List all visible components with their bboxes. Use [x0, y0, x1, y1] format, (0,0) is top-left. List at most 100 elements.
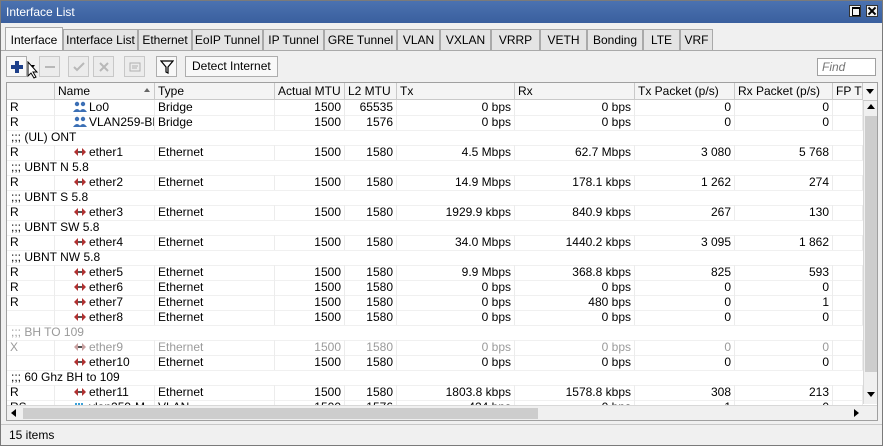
maximize-icon[interactable]: [849, 5, 861, 17]
comment-row[interactable]: ;;; 60 Ghz BH to 109: [7, 370, 863, 386]
cell-rxp: 0: [735, 100, 833, 115]
find-input[interactable]: [817, 58, 876, 76]
cell-name: ether7: [55, 295, 155, 310]
tab-ethernet[interactable]: Ethernet: [138, 29, 192, 50]
table-row[interactable]: Rether11 Ethernet 1500 1580 1803.8 kbps 1578.…: [7, 385, 863, 401]
cell-mtu: 1500: [275, 295, 345, 310]
column-header-fp-tx[interactable]: FP Tx: [833, 83, 863, 100]
interface-list-window: Interface List Interface Interface List Et…: [0, 0, 883, 446]
cell-name: ether8: [55, 310, 155, 325]
horizontal-scroll-thumb[interactable]: [23, 408, 538, 419]
cell-rx: 0 bps: [515, 310, 635, 325]
column-menu-icon[interactable]: [863, 83, 877, 101]
add-button[interactable]: [6, 56, 39, 79]
interface-name: ether2: [89, 175, 124, 189]
tab-interface-list[interactable]: Interface List: [63, 29, 138, 50]
vertical-scroll-thumb[interactable]: [865, 116, 877, 372]
comment-row[interactable]: ;;; UBNT SW 5.8: [7, 220, 863, 236]
cell-rxp: 593: [735, 265, 833, 280]
filter-button[interactable]: [156, 56, 177, 77]
close-icon[interactable]: [866, 5, 878, 17]
cell-txp: 0: [635, 295, 735, 310]
table-row[interactable]: R VLAN259-BR Bridge 1500 1576 0 bps 0 bps 0 0: [7, 115, 863, 131]
ether-icon: [73, 266, 87, 278]
scroll-up-icon[interactable]: [867, 104, 875, 109]
tab-ip-tunnel[interactable]: IP Tunnel: [263, 29, 324, 50]
cell-l2mtu: 1580: [345, 295, 397, 310]
title-bar[interactable]: Interface List: [1, 1, 882, 23]
comment-text: ;;; BH TO 109: [11, 325, 84, 339]
table-row[interactable]: Xether9 Ethernet 1500 1580 0 bps 0 bps 0 0: [7, 340, 863, 356]
vertical-scrollbar[interactable]: [863, 100, 877, 404]
table-row[interactable]: R Lo0 Bridge 1500 65535 0 bps 0 bps 0 0: [7, 100, 863, 116]
tab-interface[interactable]: Interface: [5, 27, 63, 50]
tab-bonding[interactable]: Bonding: [587, 29, 643, 50]
table-row[interactable]: Rether3 Ethernet 1500 1580 1929.9 kbps 840.9 …: [7, 205, 863, 221]
tab-vxlan[interactable]: VXLAN: [440, 29, 491, 50]
table-row[interactable]: ether8 Ethernet 1500 1580 0 bps 0 bps 0 0: [7, 310, 863, 326]
comment-row[interactable]: ;;; UBNT S 5.8: [7, 190, 863, 206]
cell-rxp: 0: [735, 340, 833, 355]
cell-name: ether10: [55, 355, 155, 370]
table-row[interactable]: Rether7 Ethernet 1500 1580 0 bps 480 bps 0 1: [7, 295, 863, 311]
column-header-type[interactable]: Type: [155, 83, 275, 100]
cell-fp-tx: [833, 310, 863, 325]
cell-rxp: 213: [735, 385, 833, 400]
comment-button[interactable]: [124, 56, 145, 77]
cell-mtu: 1500: [275, 355, 345, 370]
tab-lte[interactable]: LTE: [643, 29, 680, 50]
column-header-tx-packet[interactable]: Tx Packet (p/s): [635, 83, 735, 100]
sort-ascending-icon: [144, 88, 150, 92]
bridge-icon: [73, 116, 87, 128]
tab-veth[interactable]: VETH: [540, 29, 587, 50]
table-row[interactable]: Rether2 Ethernet 1500 1580 14.9 Mbps 178.1 kb…: [7, 175, 863, 191]
horizontal-scrollbar[interactable]: [7, 405, 877, 420]
cell-txp: 3 080: [635, 145, 735, 160]
filter-icon: [160, 60, 174, 74]
cell-rx: 178.1 kbps: [515, 175, 635, 190]
cell-txp: 0: [635, 100, 735, 115]
table-row[interactable]: Rether1 Ethernet 1500 1580 4.5 Mbps 62.7 Mbps…: [7, 145, 863, 161]
plus-icon: [11, 61, 23, 73]
column-header-l2-mtu[interactable]: L2 MTU: [345, 83, 397, 100]
enable-button[interactable]: [68, 56, 89, 77]
remove-button[interactable]: [39, 56, 60, 77]
cell-rx: 0 bps: [515, 280, 635, 295]
comment-row[interactable]: ;;; BH TO 109: [7, 325, 863, 341]
interface-name: ether4: [89, 235, 124, 249]
scroll-right-icon[interactable]: [854, 409, 859, 417]
tab-vrrp[interactable]: VRRP: [491, 29, 540, 50]
comment-row[interactable]: ;;; UBNT N 5.8: [7, 160, 863, 176]
cell-rx: 62.7 Mbps: [515, 145, 635, 160]
scroll-down-icon[interactable]: [867, 392, 875, 397]
table-row[interactable]: Rether4 Ethernet 1500 1580 34.0 Mbps 1440.2 k…: [7, 235, 863, 251]
cell-type: Ethernet: [155, 145, 275, 160]
cell-mtu: 1500: [275, 265, 345, 280]
comment-row[interactable]: ;;; (UL) ONT: [7, 130, 863, 146]
cell-txp: 825: [635, 265, 735, 280]
table-row[interactable]: Rether5 Ethernet 1500 1580 9.9 Mbps 368.8 kbp…: [7, 265, 863, 281]
scroll-left-icon[interactable]: [11, 409, 16, 417]
comment-text: ;;; UBNT NW 5.8: [11, 250, 101, 264]
column-header-actual-mtu[interactable]: Actual MTU: [275, 83, 345, 100]
column-header-flag[interactable]: [7, 83, 55, 100]
column-header-name[interactable]: Name: [55, 83, 155, 100]
table-row[interactable]: ether10 Ethernet 1500 1580 0 bps 0 bps 0 0: [7, 355, 863, 371]
detect-internet-button[interactable]: Detect Internet: [185, 56, 278, 77]
disable-button[interactable]: [93, 56, 114, 77]
cell-l2mtu: 1580: [345, 235, 397, 250]
column-header-rx-packet[interactable]: Rx Packet (p/s): [735, 83, 833, 100]
cell-rxp: 274: [735, 175, 833, 190]
tab-eoip-tunnel[interactable]: EoIP Tunnel: [192, 29, 263, 50]
comment-row[interactable]: ;;; UBNT NW 5.8: [7, 250, 863, 266]
cell-l2mtu: 1580: [345, 205, 397, 220]
tab-vrf[interactable]: VRF: [680, 29, 713, 50]
bridge-icon: [73, 101, 87, 113]
column-header-tx[interactable]: Tx: [397, 83, 515, 100]
tab-vlan[interactable]: VLAN: [397, 29, 440, 50]
column-header-rx[interactable]: Rx: [515, 83, 635, 100]
interface-name: ether1: [89, 145, 124, 159]
table-row[interactable]: Rether6 Ethernet 1500 1580 0 bps 0 bps 0 0: [7, 280, 863, 296]
cell-rx: 1440.2 kbps: [515, 235, 635, 250]
tab-gre-tunnel[interactable]: GRE Tunnel: [324, 29, 397, 50]
